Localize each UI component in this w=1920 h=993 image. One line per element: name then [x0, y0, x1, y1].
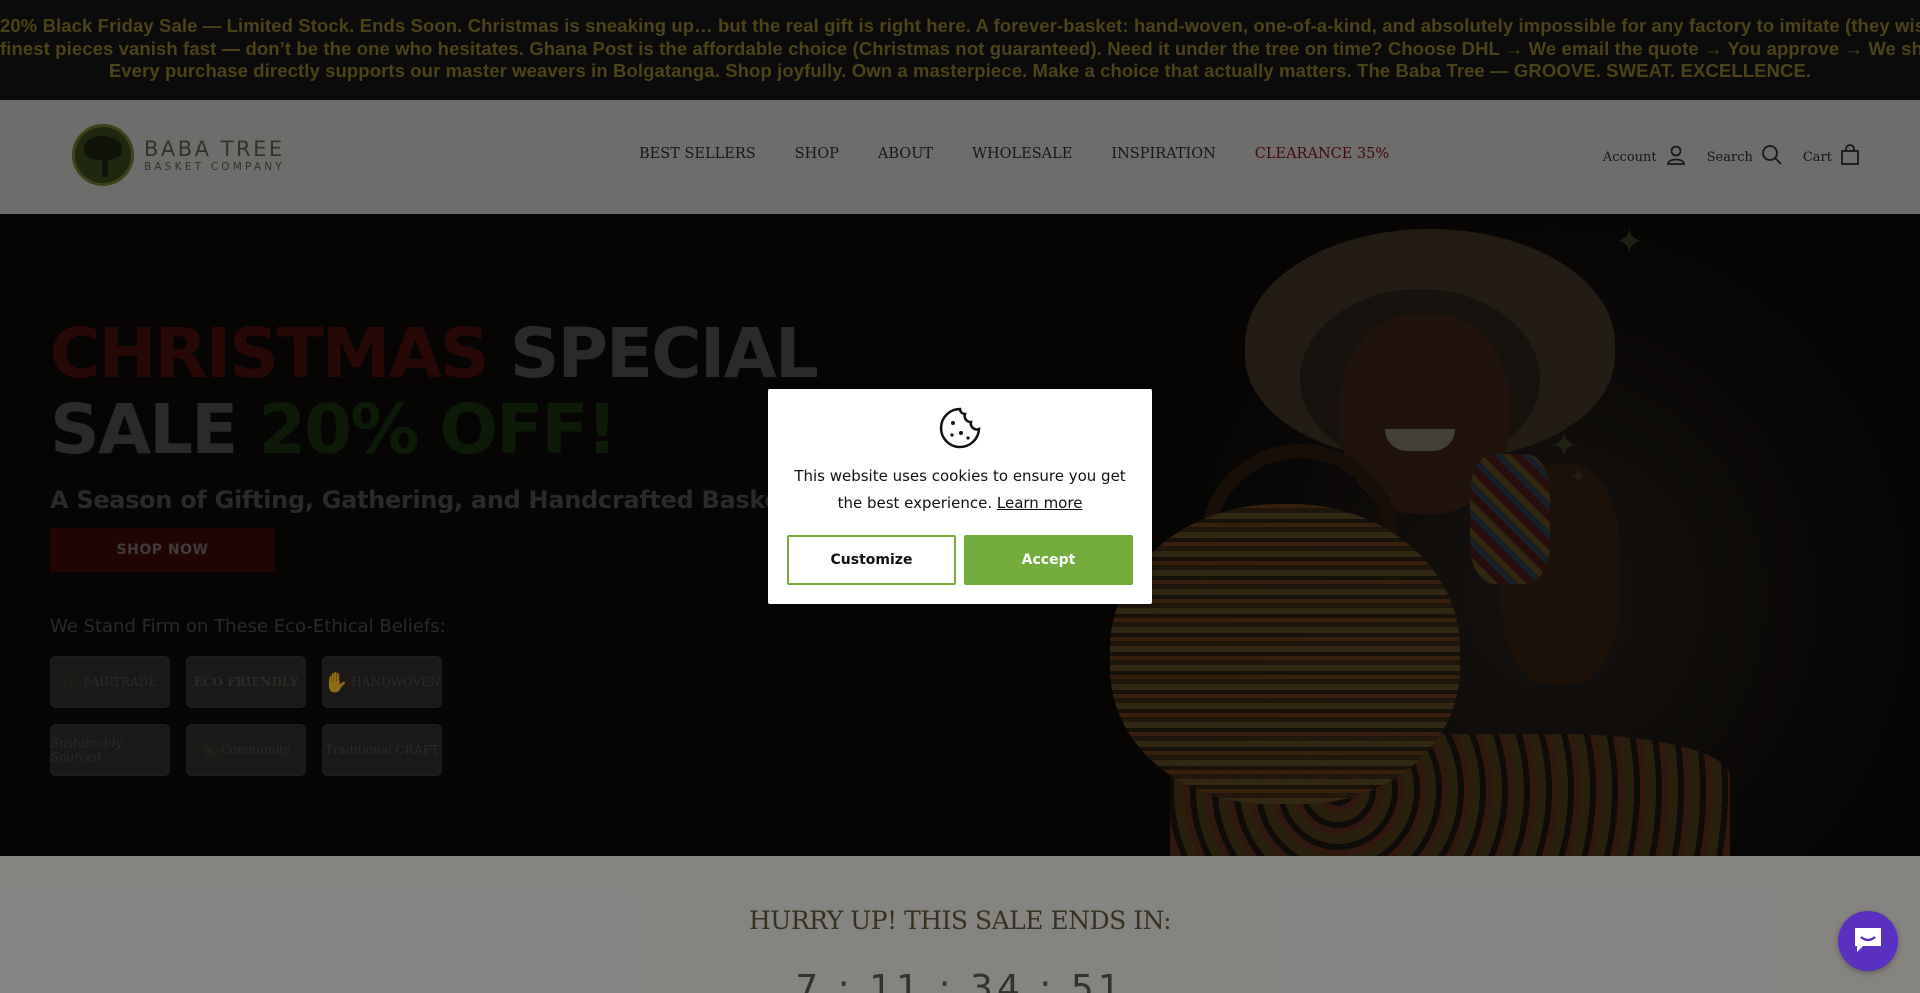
- nav-shop[interactable]: SHOP: [795, 146, 839, 162]
- badge-sustainably-sourced: Sustainably Sourced: [50, 724, 170, 776]
- badge-fairtrade: ◎ FAIRTRADE: [50, 656, 170, 708]
- main-nav: BEST SELLERS SHOP ABOUT WHOLESALE INSPIR…: [639, 146, 1389, 162]
- logo[interactable]: BABA TREE BASKET COMPANY: [72, 124, 285, 186]
- announcement-line-3: Every purchase directly supports our mas…: [108, 60, 1812, 81]
- cart-label: Cart: [1802, 149, 1832, 165]
- cookie-icon: [939, 407, 981, 454]
- baobab-tree-icon: [72, 124, 134, 186]
- community-icon: ❀: [201, 738, 218, 762]
- hero-image-scarf: [1470, 454, 1550, 584]
- hero-title-discount: 20% OFF!: [258, 390, 618, 470]
- chat-button[interactable]: [1838, 911, 1898, 971]
- site-header: BABA TREE BASKET COMPANY BEST SELLERS SH…: [0, 100, 1920, 214]
- header-actions: Account Search Cart: [1583, 144, 1860, 170]
- hero-image-basket: [1110, 504, 1460, 804]
- search-label: Search: [1706, 149, 1753, 165]
- nav-clearance[interactable]: CLEARANCE 35%: [1255, 146, 1389, 162]
- sparkle-icon: ✦: [1550, 427, 1579, 465]
- search-icon: [1761, 144, 1783, 170]
- account-icon: [1665, 144, 1687, 170]
- countdown-timer: 7 : 11 : 34 : 51: [795, 968, 1125, 993]
- announcement-line-2: finest pieces vanish fast — don’t be the…: [0, 37, 1920, 59]
- chat-icon: [1851, 924, 1885, 959]
- announcement-line-1: 20% Black Friday Sale — Limited Stock. E…: [0, 15, 1920, 36]
- hero-title-red: CHRISTMAS: [50, 314, 490, 394]
- sparkle-icon: ✦: [1615, 223, 1644, 261]
- badge-sustainable-label: Sustainably Sourced: [51, 736, 123, 764]
- hand-icon: ✋: [323, 670, 349, 694]
- hero-subtitle: A Season of Gifting, Gathering, and Hand…: [50, 486, 815, 514]
- nav-about[interactable]: ABOUT: [878, 146, 933, 162]
- announcement-bar: 20% Black Friday Sale — Limited Stock. E…: [0, 0, 1920, 100]
- badge-community-label: Community: [220, 743, 291, 757]
- cart-link[interactable]: Cart: [1803, 144, 1860, 170]
- logo-line-2: BASKET COMPANY: [144, 161, 285, 173]
- badge-traditional-craft: Traditional CRAFT: [322, 724, 442, 776]
- beliefs-heading: We Stand Firm on These Eco-Ethical Belie…: [50, 616, 446, 637]
- account-link[interactable]: Account: [1603, 144, 1687, 170]
- nav-wholesale[interactable]: WHOLESALE: [972, 146, 1072, 162]
- sparkle-icon: ✦: [1570, 466, 1587, 488]
- page: 20% Black Friday Sale — Limited Stock. E…: [0, 0, 1920, 993]
- cart-icon: [1840, 144, 1860, 170]
- customize-button[interactable]: Customize: [787, 535, 956, 585]
- badge-fairtrade-label: FAIRTRADE: [83, 675, 158, 689]
- fairtrade-icon: ◎: [62, 670, 81, 694]
- hero-title-special: SPECIAL: [509, 314, 819, 394]
- hero-title-sale: SALE: [50, 390, 238, 470]
- logo-text: BABA TREE BASKET COMPANY: [144, 137, 285, 173]
- badge-eco-label: ECO FRIENDLY: [193, 675, 299, 689]
- hero-title: CHRISTMAS SPECIAL SALE 20% OFF!: [50, 314, 819, 470]
- badge-community: ❀ Community: [186, 724, 306, 776]
- shop-now-button[interactable]: SHOP NOW: [50, 528, 275, 572]
- badge-eco-friendly: ECO FRIENDLY: [186, 656, 306, 708]
- badge-traditional-label: Traditional CRAFT: [324, 743, 440, 757]
- nav-inspiration[interactable]: INSPIRATION: [1111, 146, 1215, 162]
- countdown-title: HURRY UP! THIS SALE ENDS IN:: [748, 906, 1172, 935]
- cookie-message: This website uses cookies to ensure you …: [788, 463, 1132, 517]
- logo-line-1: BABA TREE: [144, 137, 285, 161]
- search-link[interactable]: Search: [1707, 144, 1783, 170]
- account-label: Account: [1602, 149, 1657, 165]
- learn-more-link[interactable]: Learn more: [997, 494, 1083, 512]
- nav-best-sellers[interactable]: BEST SELLERS: [639, 146, 756, 162]
- cookie-consent-dialog: This website uses cookies to ensure you …: [768, 389, 1152, 604]
- accept-button[interactable]: Accept: [964, 535, 1133, 585]
- badge-handwoven: ✋ HANDWOVEN: [322, 656, 442, 708]
- badge-handwoven-label: HANDWOVEN: [351, 675, 441, 689]
- hero-image-smile: [1385, 429, 1455, 451]
